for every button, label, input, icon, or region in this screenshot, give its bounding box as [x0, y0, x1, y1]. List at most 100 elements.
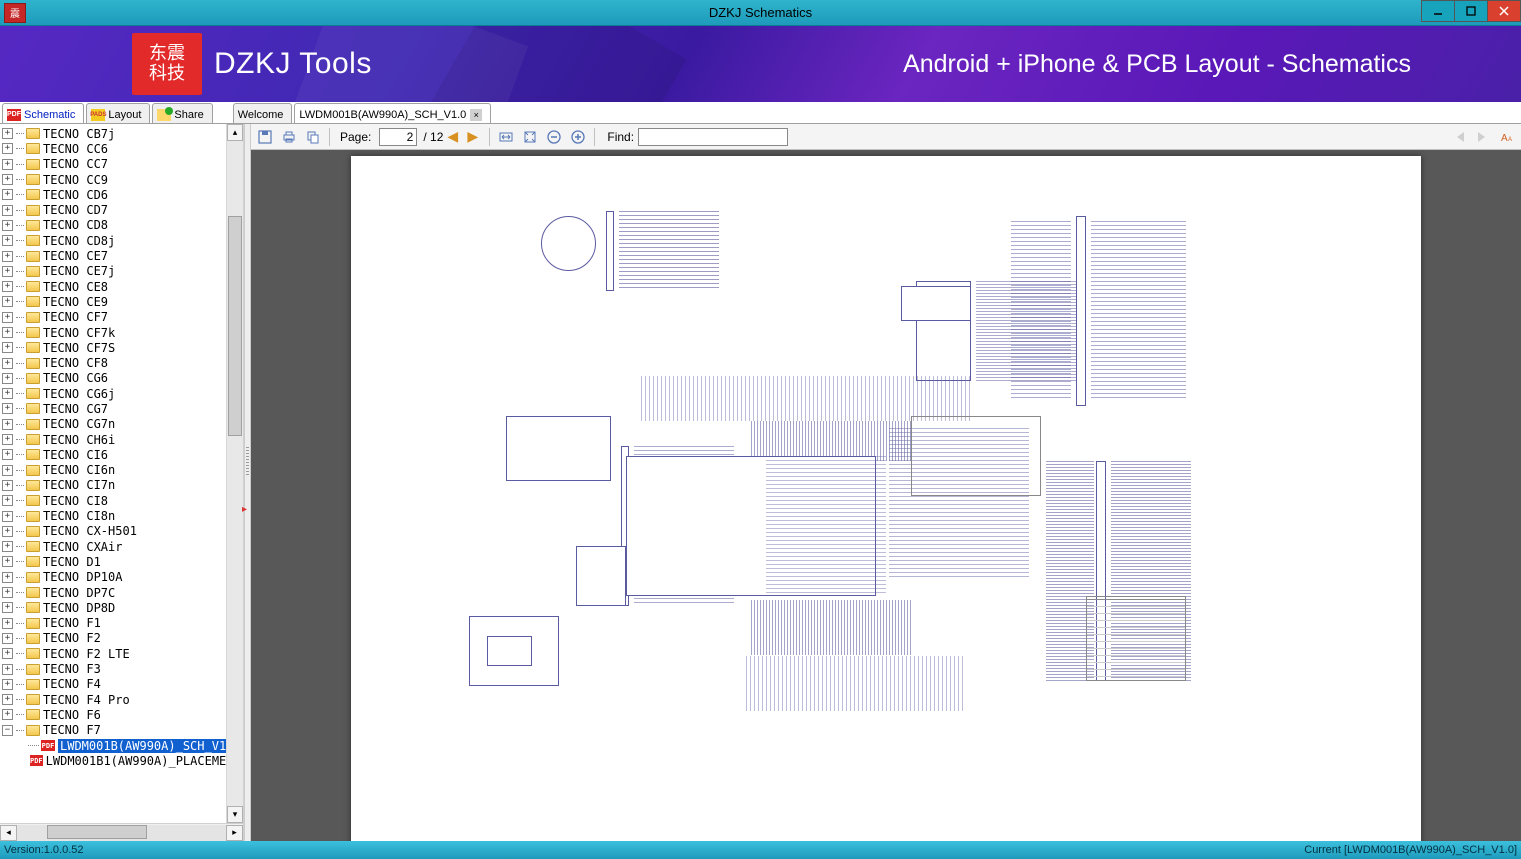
expander-icon[interactable]	[2, 465, 13, 476]
expander-icon[interactable]	[2, 174, 13, 185]
tree-folder-item[interactable]: TECNO CG6	[0, 371, 243, 386]
tree-folder-item[interactable]: TECNO DP8D	[0, 600, 243, 615]
tree-folder-item[interactable]: TECNO CC7	[0, 157, 243, 172]
tree-folder-item[interactable]: TECNO F7	[0, 723, 243, 738]
page-number-input[interactable]	[379, 128, 417, 146]
expander-icon[interactable]	[2, 587, 13, 598]
expander-icon[interactable]	[2, 143, 13, 154]
expander-icon[interactable]	[2, 266, 13, 277]
close-button[interactable]	[1487, 0, 1521, 22]
expander-icon[interactable]	[2, 526, 13, 537]
expander-icon[interactable]	[2, 296, 13, 307]
expander-icon[interactable]	[2, 556, 13, 567]
tree-folder-item[interactable]: TECNO CD8	[0, 218, 243, 233]
fit-page-button[interactable]	[520, 127, 540, 147]
expander-icon[interactable]	[2, 235, 13, 246]
scroll-track[interactable]	[17, 825, 226, 841]
expander-icon[interactable]	[2, 664, 13, 675]
expander-icon[interactable]	[2, 327, 13, 338]
tree-folder-item[interactable]: TECNO CG7n	[0, 417, 243, 432]
minimize-button[interactable]	[1421, 0, 1455, 22]
expander-icon[interactable]	[2, 358, 13, 369]
tree-folder-item[interactable]: TECNO CE9	[0, 294, 243, 309]
tab-schematic[interactable]: PDF Schematic	[2, 103, 84, 123]
sidebar-horizontal-scrollbar[interactable]: ◂ ▸	[0, 823, 243, 841]
tree-folder-item[interactable]: TECNO CD7	[0, 202, 243, 217]
expander-icon[interactable]	[2, 618, 13, 629]
scroll-down-button[interactable]: ▾	[227, 806, 243, 823]
expander-icon[interactable]	[2, 220, 13, 231]
expander-icon[interactable]	[2, 572, 13, 583]
scroll-thumb[interactable]	[228, 216, 242, 436]
print-button[interactable]	[279, 127, 299, 147]
expander-icon[interactable]	[2, 205, 13, 216]
tab-welcome[interactable]: Welcome	[233, 103, 293, 123]
tree-folder-item[interactable]: TECNO CF7S	[0, 340, 243, 355]
tab-layout[interactable]: PADS Layout	[86, 103, 150, 123]
file-tree[interactable]: TECNO CB7jTECNO CC6TECNO CC7TECNO CC9TEC…	[0, 124, 243, 823]
fit-width-button[interactable]	[496, 127, 516, 147]
expander-icon[interactable]	[2, 679, 13, 690]
tree-file-item[interactable]: PDFLWDM001B1(AW990A)_PLACEMENT_V	[0, 753, 243, 768]
canvas-area[interactable]	[251, 150, 1521, 841]
tree-folder-item[interactable]: TECNO CXAir	[0, 539, 243, 554]
expander-icon[interactable]	[2, 434, 13, 445]
expander-icon[interactable]	[2, 281, 13, 292]
expander-icon[interactable]	[2, 602, 13, 613]
expander-icon[interactable]	[2, 342, 13, 353]
tree-folder-item[interactable]: TECNO F4 Pro	[0, 692, 243, 707]
scroll-left-button[interactable]: ◂	[0, 825, 17, 841]
tree-folder-item[interactable]: TECNO CD6	[0, 187, 243, 202]
tree-folder-item[interactable]: TECNO F3	[0, 661, 243, 676]
expander-icon[interactable]	[2, 128, 13, 139]
tree-folder-item[interactable]: TECNO DP7C	[0, 585, 243, 600]
maximize-button[interactable]	[1454, 0, 1488, 22]
tree-folder-item[interactable]: TECNO CF7	[0, 310, 243, 325]
scroll-track[interactable]	[227, 141, 243, 806]
zoom-out-button[interactable]	[544, 127, 564, 147]
tree-folder-item[interactable]: TECNO CI8n	[0, 508, 243, 523]
expander-icon[interactable]	[2, 633, 13, 644]
tree-folder-item[interactable]: TECNO F2 LTE	[0, 646, 243, 661]
tree-folder-item[interactable]: TECNO F6	[0, 707, 243, 722]
expander-icon[interactable]	[2, 419, 13, 430]
expander-icon[interactable]	[2, 694, 13, 705]
find-prev-button[interactable]	[1449, 127, 1469, 147]
tree-folder-item[interactable]: TECNO CB7j	[0, 126, 243, 141]
expander-icon[interactable]	[2, 251, 13, 262]
expander-icon[interactable]	[2, 511, 13, 522]
tree-folder-item[interactable]: TECNO F1	[0, 616, 243, 631]
tree-folder-item[interactable]: TECNO CE8	[0, 279, 243, 294]
tab-document[interactable]: LWDM001B(AW990A)_SCH_V1.0 ×	[294, 103, 491, 123]
tree-folder-item[interactable]: TECNO CE7	[0, 248, 243, 263]
tree-folder-item[interactable]: TECNO CG7	[0, 401, 243, 416]
tree-folder-item[interactable]: TECNO CI7n	[0, 478, 243, 493]
tree-file-item[interactable]: PDFLWDM001B(AW990A)_SCH_V1.0	[0, 738, 243, 753]
tree-folder-item[interactable]: TECNO D1	[0, 554, 243, 569]
tree-folder-item[interactable]: TECNO CD8j	[0, 233, 243, 248]
tree-folder-item[interactable]: TECNO F2	[0, 631, 243, 646]
tree-folder-item[interactable]: TECNO CG6j	[0, 386, 243, 401]
expander-icon[interactable]	[2, 541, 13, 552]
scroll-up-button[interactable]: ▴	[227, 124, 243, 141]
text-size-button[interactable]: AA	[1497, 127, 1517, 147]
prev-page-button[interactable]: ◀	[447, 128, 463, 145]
tree-folder-item[interactable]: TECNO F4	[0, 677, 243, 692]
tree-folder-item[interactable]: TECNO CX-H501	[0, 524, 243, 539]
expander-icon[interactable]	[2, 159, 13, 170]
tree-folder-item[interactable]: TECNO CF7k	[0, 325, 243, 340]
tree-folder-item[interactable]: TECNO CC6	[0, 141, 243, 156]
expander-icon[interactable]	[2, 725, 13, 736]
zoom-in-button[interactable]	[568, 127, 588, 147]
expander-icon[interactable]	[2, 648, 13, 659]
tree-folder-item[interactable]: TECNO CI8	[0, 493, 243, 508]
expander-icon[interactable]	[2, 403, 13, 414]
tree-folder-item[interactable]: TECNO DP10A	[0, 570, 243, 585]
tab-share[interactable]: Share	[152, 103, 212, 123]
scroll-right-button[interactable]: ▸	[226, 825, 243, 841]
expander-icon[interactable]	[2, 480, 13, 491]
sidebar-vertical-scrollbar[interactable]: ▴ ▾	[226, 124, 243, 823]
expander-icon[interactable]	[2, 495, 13, 506]
find-next-button[interactable]	[1473, 127, 1493, 147]
expander-icon[interactable]	[2, 709, 13, 720]
